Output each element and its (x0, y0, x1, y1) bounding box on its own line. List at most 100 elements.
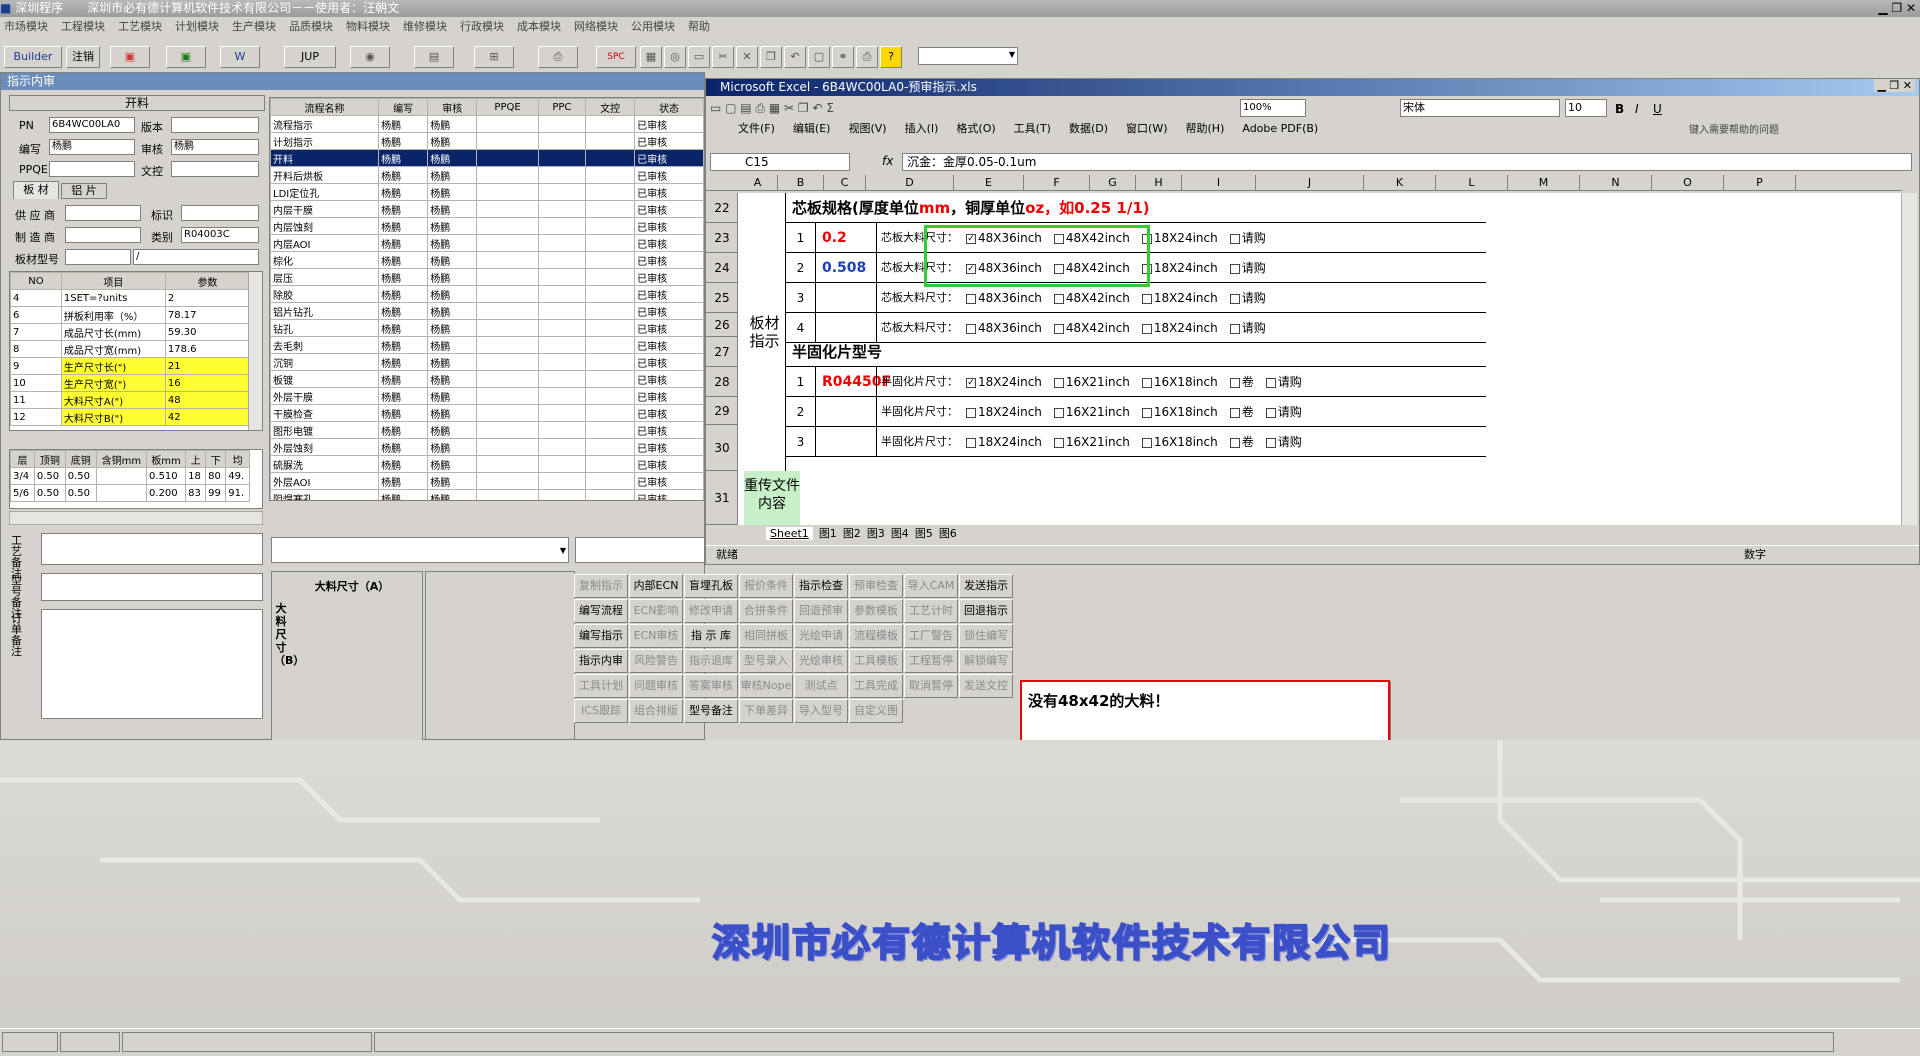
worksheet[interactable]: 22 23 24 25 26 27 28 29 30 31 板材指示 芯板规格(厚度单位mm，铜厚… (706, 193, 1902, 525)
table-row[interactable]: 内层干膜 杨鹏 杨鹏 已审核 (270, 200, 704, 218)
type-field[interactable]: R04003C (181, 227, 259, 243)
function-button[interactable]: 回退预审 (794, 599, 848, 623)
sheet-tab[interactable]: 图4 (891, 527, 909, 540)
sheet-tab[interactable]: 图5 (915, 527, 933, 540)
pn-field[interactable]: 6B4WC00LA0 (49, 117, 135, 133)
checkbox[interactable] (1229, 323, 1240, 334)
column-header[interactable]: O (1652, 175, 1724, 191)
table-row[interactable]: 铝片钻孔 杨鹏 杨鹏 已审核 (270, 302, 704, 320)
author-field[interactable]: 杨鹏 (49, 139, 135, 155)
params-scrollbar[interactable] (248, 272, 262, 430)
checkbox[interactable] (1229, 407, 1240, 418)
underline-icon[interactable]: U (1653, 99, 1662, 119)
menu-item[interactable]: 生产模块 (232, 20, 276, 33)
table-row[interactable]: 干膜检查 杨鹏 杨鹏 已审核 (270, 404, 704, 422)
checkbox[interactable] (1265, 437, 1276, 448)
table-row[interactable]: 3/4 0.50 0.50 0.510 18 80 49. (10, 467, 250, 485)
flow-combobox-2[interactable] (575, 537, 705, 563)
window-controls[interactable]: ▁ ❐ ✕ (1878, 0, 1916, 17)
process-flow-grid[interactable]: 流程名称 编写 审核 PPQE PPC 文控 状态 流程指示 杨鹏 杨鹏 已审核 计划指示 杨鹏 杨鹏 已审… (269, 97, 705, 501)
function-button[interactable]: 组合排版 (629, 699, 683, 723)
excel-icon[interactable]: ▣ (166, 46, 206, 68)
binoculars-icon[interactable]: ⚭ (832, 46, 854, 68)
globe-icon[interactable]: ◎ (664, 46, 686, 68)
sheet-tab[interactable]: 图2 (843, 527, 861, 540)
table-row[interactable]: 层压 杨鹏 杨鹏 已审核 (270, 268, 704, 286)
checkbox[interactable] (966, 407, 976, 418)
model-field-2[interactable]: / (133, 249, 259, 265)
menu-item[interactable]: 帮助 (688, 20, 710, 33)
copy-icon[interactable]: ❐ (760, 46, 782, 68)
function-button[interactable]: ECN影响 (629, 599, 683, 623)
mark-field[interactable] (181, 205, 259, 221)
menu-item[interactable]: 行政模块 (460, 20, 504, 33)
model-note-field[interactable] (41, 573, 263, 601)
doc-icon[interactable]: ▭ (688, 46, 710, 68)
row-header[interactable]: 23 (706, 223, 738, 253)
ppt-icon[interactable]: ▣ (110, 46, 150, 68)
menu-item[interactable]: 维修模块 (403, 20, 447, 33)
table-row[interactable]: 图形电镀 杨鹏 杨鹏 已审核 (270, 421, 704, 439)
book-icon[interactable]: ▤ (414, 46, 454, 68)
print-icon[interactable]: ⎙ (856, 46, 878, 68)
column-header[interactable]: A (738, 175, 778, 191)
builder-button[interactable]: Builder (4, 46, 62, 68)
function-button[interactable]: 工厂警告 (904, 624, 958, 648)
function-button[interactable]: 型号录入 (739, 649, 793, 673)
checkbox[interactable] (1053, 377, 1064, 388)
row-header[interactable]: 22 (706, 193, 738, 223)
table-row[interactable]: 外层AOI 杨鹏 杨鹏 已审核 (270, 472, 704, 490)
word-icon[interactable]: W (220, 46, 260, 68)
function-button[interactable]: 指 示 库 (684, 624, 738, 648)
column-header[interactable]: J (1256, 175, 1364, 191)
help-icon[interactable]: ? (880, 46, 902, 68)
table-row[interactable]: 7 成品尺寸长(mm) 59.30 (10, 323, 251, 341)
row-header[interactable]: 24 (706, 253, 738, 283)
sheet-tab[interactable]: Sheet1 (766, 527, 813, 540)
eye-icon[interactable]: ◉ (350, 46, 390, 68)
table-row[interactable]: 除胶 杨鹏 杨鹏 已审核 (270, 285, 704, 303)
column-header[interactable]: C (824, 175, 866, 191)
table-row[interactable]: 外层干膜 杨鹏 杨鹏 已审核 (270, 387, 704, 405)
row-header[interactable]: 29 (706, 397, 738, 425)
function-button[interactable]: 合拼条件 (739, 599, 793, 623)
row-header[interactable]: 28 (706, 367, 738, 397)
ppqe-field[interactable] (49, 161, 135, 177)
function-button[interactable]: 报价条件 (739, 574, 793, 598)
layers-grid[interactable]: 层顶铜 底铜 含铜mm 板mm 上下均 3/4 0.50 0.50 0.510 18 80 49. 5/… (9, 449, 263, 509)
table-row[interactable]: 12 大料尺寸B(") 42 (10, 408, 251, 426)
function-button[interactable]: 工程暂停 (904, 649, 958, 673)
maker-field[interactable] (65, 227, 141, 243)
table-row[interactable]: 5/6 0.50 0.50 0.200 83 99 91. (10, 484, 250, 502)
table-row[interactable]: LDI定位孔 杨鹏 杨鹏 已审核 (270, 183, 704, 201)
function-button[interactable]: 修改申请 (684, 599, 738, 623)
excel-menu-item[interactable]: 帮助(H) (1186, 122, 1225, 135)
checkbox[interactable] (1141, 323, 1152, 334)
checkbox[interactable] (1053, 437, 1064, 448)
function-button[interactable]: 下单差异 (739, 699, 793, 723)
sheet-tab[interactable]: 图6 (939, 527, 957, 540)
preview-icon[interactable]: ▢ (808, 46, 830, 68)
excel-menu-item[interactable]: 工具(T) (1014, 122, 1051, 135)
checkbox[interactable] (1141, 293, 1152, 304)
column-header[interactable]: P (1724, 175, 1796, 191)
table-row[interactable]: 棕化 杨鹏 杨鹏 已审核 (270, 251, 704, 269)
function-button[interactable]: 指示退库 (684, 649, 738, 673)
function-button[interactable]: 光绘审核 (794, 649, 848, 673)
column-header[interactable]: B (778, 175, 824, 191)
formula-bar[interactable]: 沉金：金厚0.05-0.1um (902, 153, 1912, 171)
function-button[interactable]: 编写流程 (574, 599, 628, 623)
row-header[interactable]: 26 (706, 313, 738, 337)
column-header[interactable]: E (954, 175, 1024, 191)
excel-vscrollbar[interactable] (1901, 193, 1917, 525)
supplier-field[interactable] (65, 205, 141, 221)
checkbox[interactable] (1053, 293, 1064, 304)
excel-menu-item[interactable]: 插入(I) (905, 122, 939, 135)
menu-item[interactable]: 工艺模块 (118, 20, 162, 33)
function-button[interactable]: 导入CAM (904, 574, 958, 598)
function-button[interactable]: 盲埋孔板 (684, 574, 738, 598)
function-button[interactable]: 回退指示 (959, 599, 1013, 623)
row-header[interactable]: 30 (706, 425, 738, 471)
table-row[interactable]: 开料 杨鹏 杨鹏 已审核 (270, 149, 704, 167)
checkbox[interactable] (1229, 293, 1240, 304)
